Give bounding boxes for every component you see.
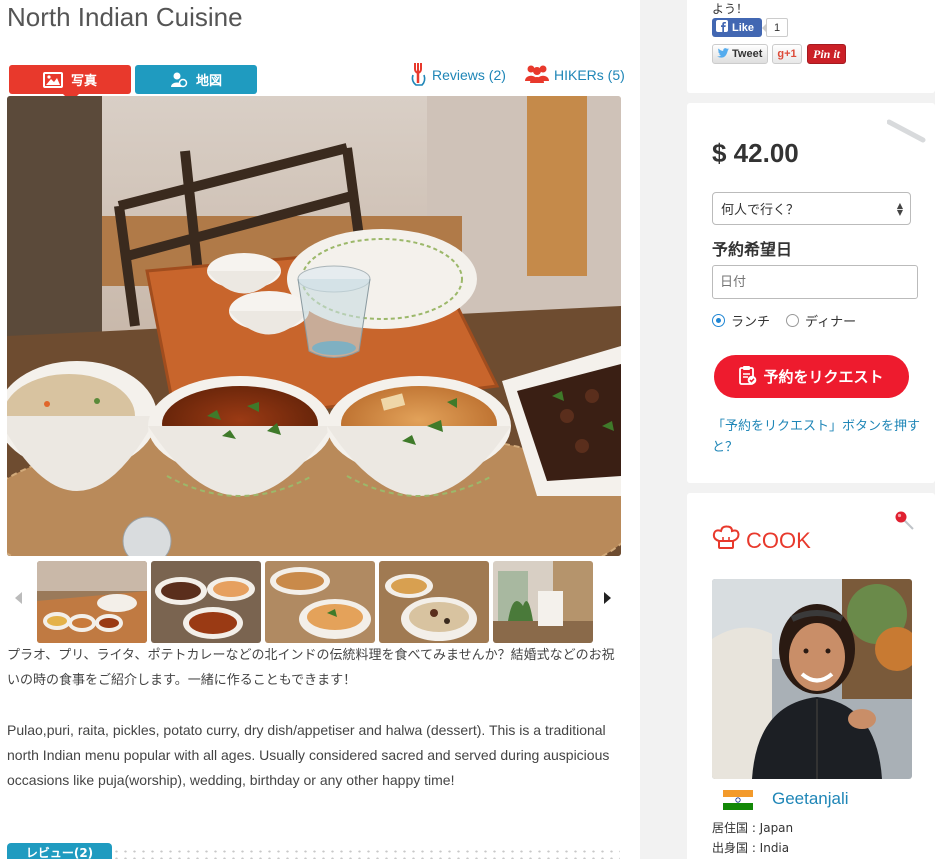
chef-hat-icon	[712, 525, 740, 557]
google-plus-button[interactable]: g+1	[772, 44, 802, 64]
tweet-label: Tweet	[732, 48, 763, 60]
india-flag-icon	[723, 790, 753, 810]
thumbnail-strip	[7, 561, 621, 643]
thumbnail-image[interactable]	[37, 561, 147, 643]
date-input[interactable]	[712, 265, 918, 299]
lunch-radio[interactable]	[712, 314, 725, 327]
description-japanese: プラオ、プリ、ライタ、ポテトカレーなどの北インドの伝統料理を食べてみませんか？結…	[7, 648, 615, 688]
hikers-link-label: HIKERs (5)	[554, 67, 625, 83]
fork-hand-icon	[410, 61, 428, 90]
meal-radio-group: ランチ ディナー	[712, 311, 856, 330]
tab-reviews[interactable]: レビュー(2)	[7, 843, 112, 859]
facebook-icon	[716, 20, 728, 35]
facebook-like-label: Like	[732, 21, 755, 34]
map-pin-person-icon	[170, 71, 188, 89]
main-food-photo[interactable]	[7, 96, 621, 556]
red-pushpin-icon	[894, 510, 916, 536]
cook-info: 居住国 : Japan 出身国 : India	[712, 818, 793, 858]
cook-residence: 居住国 : Japan	[712, 821, 794, 835]
hikers-link[interactable]: HIKERs (5)	[524, 62, 625, 88]
paperclip-icon	[886, 118, 927, 148]
page-title: North Indian Cuisine	[7, 2, 243, 32]
lunch-radio-label: ランチ	[731, 315, 771, 330]
photo-icon	[42, 71, 63, 88]
request-help-link[interactable]: 「予約をリクエスト」ボタンを押すと？	[712, 416, 922, 458]
facebook-like-count: 1	[762, 18, 788, 37]
booking-card: $ 42.00 何人で行く？ ▲▼ 予約希望日 ランチ ディナー 予約をリクエス…	[687, 103, 935, 483]
date-label: 予約希望日	[712, 240, 793, 259]
tab-photos[interactable]: 写真	[9, 65, 131, 102]
listing-main: North Indian Cuisine 写真 地図 Reviews (2) H…	[0, 0, 640, 859]
dotted-divider	[112, 848, 620, 859]
clipboard-check-icon	[739, 365, 757, 389]
facebook-like-button[interactable]: Like	[712, 18, 762, 37]
cook-avatar-photo[interactable]	[712, 579, 912, 779]
cook-card: COOK Geetanjali 居住国 : Japan 出身国: India	[687, 493, 935, 859]
cook-origin: 出身国 : India	[712, 841, 790, 855]
pinterest-pin-button[interactable]: Pin it	[807, 44, 846, 64]
price: $ 42.00	[712, 138, 799, 168]
social-share-card: よう！ Like 1 Tweet g+1 Pin it	[687, 0, 935, 93]
reviews-link[interactable]: Reviews (2)	[410, 62, 506, 88]
cook-heading-label: COOK	[746, 528, 811, 553]
tweet-button[interactable]: Tweet	[712, 44, 768, 64]
tab-map-label: 地図	[195, 74, 222, 89]
guest-count-value: 何人で行く？	[721, 203, 800, 218]
thumbnail-image[interactable]	[265, 561, 375, 643]
thumbnail-image[interactable]	[379, 561, 489, 643]
twitter-bird-icon	[717, 47, 729, 61]
people-group-icon	[524, 64, 550, 87]
description-english: Pulao,puri, raita, pickles, potato curry…	[7, 722, 610, 788]
guest-count-select[interactable]: 何人で行く？ ▲ ▼	[712, 192, 911, 225]
thumbnail-image[interactable]	[151, 561, 261, 643]
cook-name-link[interactable]: Geetanjali	[772, 789, 849, 809]
reviews-link-label: Reviews (2)	[432, 67, 506, 83]
request-booking-label: 予約をリクエスト	[763, 369, 884, 386]
thumbnail-prev-arrow-icon[interactable]	[13, 591, 25, 605]
cook-heading: COOK	[712, 525, 811, 557]
tab-map[interactable]: 地図	[135, 65, 257, 94]
dinner-radio-label: ディナー	[805, 315, 857, 330]
thumbnail-next-arrow-icon[interactable]	[601, 591, 613, 605]
select-caret-icon: ▲ ▼	[896, 201, 903, 217]
dinner-radio[interactable]	[786, 314, 800, 327]
request-booking-button[interactable]: 予約をリクエスト	[714, 355, 909, 398]
thumbnail-image[interactable]	[493, 561, 593, 643]
greeting-text: よう！	[712, 2, 749, 16]
tab-photos-label: 写真	[70, 74, 97, 89]
